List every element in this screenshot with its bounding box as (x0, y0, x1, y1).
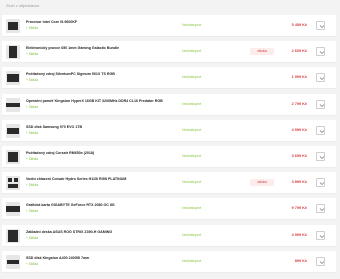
price: 4 999 Kč (291, 232, 307, 237)
product-name[interactable]: SSD disk Kingston A400 240GB 7mm (26, 256, 176, 260)
top-bar: Zloží v objednávce (0, 0, 340, 14)
product-name[interactable]: Grafická karta GIGABYTE GeForce RTX 2080… (26, 203, 176, 207)
warranty-badge: záruka (250, 179, 274, 187)
stock-status: Nedostupné (182, 206, 202, 211)
cpu-box-icon[interactable] (6, 19, 20, 33)
vendor-link[interactable]: + Skiška (26, 52, 38, 56)
vendor-link[interactable]: + Skiška (26, 236, 38, 240)
chevron-down-icon (319, 77, 324, 81)
ssd-small-icon[interactable] (6, 254, 20, 269)
expand-button[interactable] (316, 178, 325, 188)
vendor-link[interactable]: + Skiška (26, 105, 38, 109)
vendor-link[interactable]: + Skiška (26, 78, 38, 82)
vendor-link[interactable]: + Skiška (26, 26, 38, 30)
vendor-link[interactable]: + Skiška (26, 262, 38, 266)
chevron-down-icon (319, 130, 324, 133)
product-name[interactable]: Elektronický pruvce 650 1mm Gaming Galac… (26, 46, 176, 50)
cart-row[interactable]: Počítačový zdroj SilentumPC Sigmum 501X … (2, 67, 336, 90)
cart-row[interactable]: Elektronický pruvce 650 1mm Gaming Galac… (2, 41, 336, 64)
expand-button[interactable] (316, 204, 325, 214)
product-name[interactable]: Operační paměť Kingston HyperX 16GB KIT … (26, 99, 176, 103)
pc-case-icon[interactable] (6, 45, 20, 60)
stock-status: Nedostupné (182, 154, 202, 158)
expand-button[interactable] (316, 256, 325, 266)
price: 9 799 Kč (291, 206, 307, 211)
stock-status: Nedostupné (182, 23, 202, 27)
stock-status: Nedostupné (182, 232, 202, 237)
product-name[interactable]: Základní deska ASUS ROG STRIX Z390-H GAM… (26, 230, 176, 234)
cart-row[interactable]: Operační paměť Kingston HyperX 16GB KIT … (2, 93, 336, 116)
price: 2 609 Kč (291, 49, 307, 54)
price: 3 899 Kč (291, 180, 307, 185)
psu-icon[interactable] (6, 71, 20, 86)
chevron-down-icon (319, 208, 324, 212)
price: 899 Kč (294, 258, 307, 263)
vendor-link[interactable]: + Skiška (26, 209, 38, 213)
psu-box-icon[interactable] (6, 150, 20, 164)
chevron-down-icon (319, 25, 324, 28)
vendor-link[interactable]: + Skiška (26, 131, 38, 135)
ram-icon[interactable] (6, 97, 20, 112)
chevron-down-icon (319, 51, 324, 55)
product-name[interactable]: Procesor Intel Core i5-9600KF (26, 20, 176, 24)
vendor-link[interactable]: + Skiška (26, 183, 38, 187)
motherboard-icon[interactable] (6, 228, 20, 243)
price: 5 459 Kč (291, 23, 307, 27)
cart-row[interactable]: SSD disk Samsung 970 EVO 1TB + Skiška Ne… (2, 119, 336, 142)
cart-row[interactable]: Procesor Intel Core i5-9600KF + Skiška N… (2, 15, 336, 37)
expand-button[interactable] (316, 47, 325, 57)
expand-button[interactable] (316, 230, 325, 240)
expand-button[interactable] (316, 125, 325, 135)
product-name[interactable]: Počítačový zdroj SilentumPC Sigmum 501X … (26, 72, 176, 76)
vendor-link[interactable]: + Skiška (26, 157, 38, 161)
expand-button[interactable] (316, 99, 325, 109)
stock-status: Nedostupné (182, 180, 202, 185)
cooler-icon[interactable] (6, 176, 20, 191)
expand-button[interactable] (316, 152, 325, 161)
chevron-down-icon (319, 234, 324, 238)
stock-status: Nedostupné (182, 258, 202, 263)
price: 4 999 Kč (291, 127, 307, 132)
price: 3 699 Kč (291, 154, 307, 158)
product-name[interactable]: Vodní chlazení Corsair Hydro Series H115… (26, 177, 176, 181)
price: 1 999 Kč (291, 75, 307, 80)
stock-status: Nedostupné (182, 127, 202, 132)
ssd-icon[interactable] (6, 123, 20, 138)
expand-button[interactable] (316, 21, 325, 30)
chevron-down-icon (319, 156, 324, 159)
breadcrumb: Zloží v objednávce (6, 3, 40, 8)
product-name[interactable]: Počítačový zdroj Corsair RM650x (2018) (26, 151, 176, 155)
cart-row[interactable]: SSD disk Kingston A400 240GB 7mm + Skišk… (2, 250, 336, 273)
expand-button[interactable] (316, 73, 325, 83)
chevron-down-icon (319, 261, 324, 264)
warranty-badge: záruka (250, 48, 274, 56)
gpu-icon[interactable] (6, 202, 20, 217)
price: 2 799 Kč (291, 101, 307, 106)
cart-row[interactable]: Počítačový zdroj Corsair RM650x (2018) +… (2, 146, 336, 168)
stock-status: Nedostupné (182, 101, 202, 106)
cart-row[interactable]: Vodní chlazení Corsair Hydro Series H115… (2, 172, 336, 195)
stock-status: Nedostupné (182, 75, 202, 80)
chevron-down-icon (319, 103, 324, 107)
chevron-down-icon (319, 182, 324, 186)
cart-row[interactable]: Grafická karta GIGABYTE GeForce RTX 2080… (2, 198, 336, 221)
cart-row[interactable]: Základní deska ASUS ROG STRIX Z390-H GAM… (2, 224, 336, 247)
product-name[interactable]: SSD disk Samsung 970 EVO 1TB (26, 125, 176, 129)
stock-status: Nedostupné (182, 49, 202, 54)
